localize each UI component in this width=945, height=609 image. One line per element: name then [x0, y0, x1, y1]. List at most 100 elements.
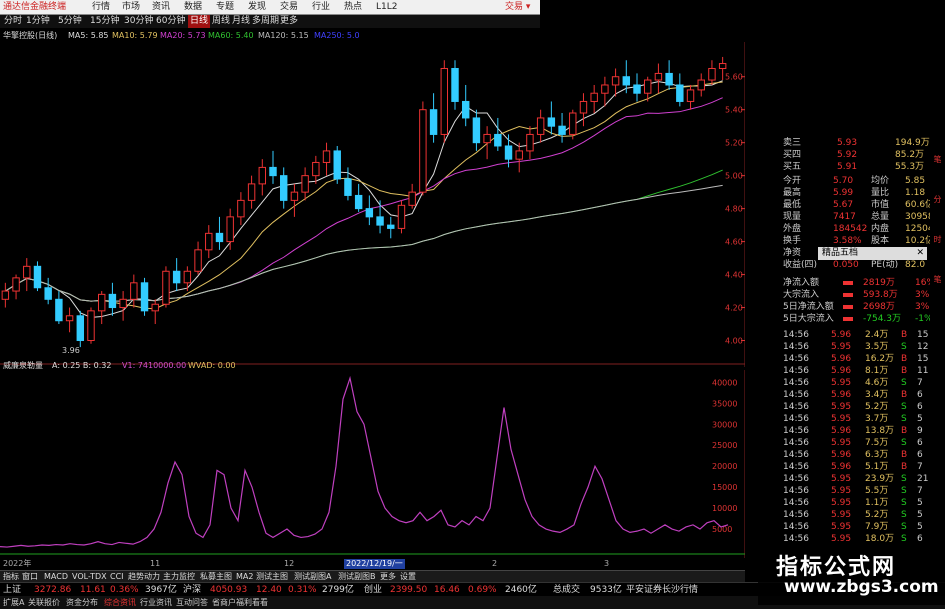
menu-hangqing[interactable]: 行情	[92, 0, 110, 14]
tick-row: 14:56 5.96 8.1万 B 11	[745, 365, 945, 377]
candle-body	[151, 303, 159, 312]
period-more[interactable]: 更多	[280, 15, 298, 28]
stat-label: PE(动)	[871, 260, 899, 270]
app-title: 通达信金融终端	[3, 2, 67, 12]
candle-body	[397, 204, 406, 229]
menu-zixun[interactable]: 资讯	[152, 0, 170, 14]
ext-tab[interactable]: 互动问答	[176, 596, 208, 609]
trade-menu[interactable]: 交易 ▾	[505, 0, 530, 14]
tick-count: 7	[917, 486, 923, 496]
status-item: 沪深	[183, 585, 202, 595]
candle-body	[547, 117, 556, 127]
tick-row: 14:56 5.96 5.1万 B 7	[745, 461, 945, 473]
menu-l1l2[interactable]: L1L2	[376, 0, 397, 14]
candle-body	[611, 76, 620, 86]
stat-row: 最高 5.99 量比 1.18	[745, 187, 945, 199]
menu-faxian[interactable]: 发现	[248, 0, 266, 14]
ext-tab[interactable]: 关联报价	[28, 596, 60, 609]
period-monthly[interactable]: 月线	[232, 15, 250, 28]
candle-body	[44, 287, 52, 300]
candle-body	[408, 191, 416, 206]
tick-time: 14:56	[783, 390, 809, 400]
candlestick-chart[interactable]: 5.60 5.40 5.20 5.00 4.80 4.60 4.40 4.20 4.00 3.9…	[0, 42, 745, 367]
candle-body	[269, 166, 277, 177]
ext-tab[interactable]: 综合资讯	[104, 596, 136, 609]
tick-time: 14:56	[783, 438, 809, 448]
menu-hangye[interactable]: 行业	[312, 0, 330, 14]
ma250-label: MA250: 5.0	[314, 31, 360, 40]
status-item: 9533亿	[590, 585, 622, 595]
level-row: 卖三 5.93 194.9万	[745, 137, 945, 149]
candle-body	[97, 293, 106, 312]
stat-label: 今开	[783, 176, 802, 186]
menu-shuju[interactable]: 数据	[184, 0, 202, 14]
period-30min[interactable]: 30分钟	[124, 15, 153, 28]
level-row: 买四 5.92 85.2万	[745, 149, 945, 161]
candle-body	[12, 277, 20, 292]
period-5min[interactable]: 5分钟	[58, 15, 82, 28]
side-tab[interactable]: 笔	[932, 155, 943, 164]
low-price-label: 3.96	[62, 346, 80, 355]
tick-price: 5.95	[831, 414, 852, 424]
popup-wudang[interactable]: 精品五档 ✕	[818, 247, 927, 260]
level-price: 5.93	[837, 138, 858, 148]
menu-zhuanti[interactable]: 专题	[216, 0, 234, 14]
ma10-line	[5, 81, 723, 310]
ext-tab[interactable]: 扩展A	[3, 596, 24, 609]
menu-redian[interactable]: 热点	[344, 0, 362, 14]
ma5-label: MA5: 5.85	[68, 31, 109, 40]
candle-body	[419, 109, 427, 193]
candle-body	[65, 315, 74, 322]
flow-label: 5日大宗流入	[783, 314, 834, 324]
ext-tab[interactable]: 资金分布	[66, 596, 98, 609]
tick-price: 5.95	[831, 486, 852, 496]
tick-time: 14:56	[783, 330, 809, 340]
tick-row: 14:56 5.96 16.2万 B 15	[745, 353, 945, 365]
status-item: 2399.50	[390, 585, 428, 595]
close-icon[interactable]: ✕	[916, 247, 927, 260]
flow-pct: 3%	[915, 290, 930, 300]
indicator-chart[interactable]: 400003500030000250002000015000100005000	[0, 370, 745, 558]
status-item: 4050.93	[210, 585, 248, 595]
flow-value: 593.8万	[863, 290, 898, 300]
candle-body	[429, 109, 438, 135]
tick-count: 5	[917, 522, 923, 532]
flow-row: 净流入额 2819万 16%	[745, 277, 945, 289]
ext-tab[interactable]: 省商户福利看看	[212, 596, 268, 609]
status-item: 0.36%	[110, 585, 139, 595]
period-fenshi[interactable]: 分时	[4, 15, 22, 28]
tick-time: 14:56	[783, 342, 809, 352]
stat-value: 82.0	[905, 260, 926, 270]
tick-time: 14:56	[783, 354, 809, 364]
price-tick-label: 4.40	[725, 271, 743, 280]
period-daily[interactable]: 日线	[188, 15, 211, 28]
stat-label: 股本	[871, 236, 890, 246]
tick-price: 5.96	[831, 462, 852, 472]
status-item: 2799亿	[322, 585, 354, 595]
period-15min[interactable]: 15分钟	[90, 15, 119, 28]
tick-count: 7	[917, 462, 923, 472]
stat-value: 3.58%	[833, 236, 862, 246]
period-60min[interactable]: 60分钟	[156, 15, 185, 28]
menu-shichang[interactable]: 市场	[122, 0, 140, 14]
side-tab[interactable]: 时	[932, 235, 943, 244]
candle-body	[322, 150, 331, 163]
menu-jiaoyi[interactable]: 交易	[280, 0, 298, 14]
period-weekly[interactable]: 周线	[212, 15, 230, 28]
status-item: 0.69%	[468, 585, 497, 595]
period-1min[interactable]: 1分钟	[26, 15, 50, 28]
candle-body	[365, 208, 374, 218]
tick-time: 14:56	[783, 522, 809, 532]
flow-bar	[843, 317, 853, 321]
tick-count: 5	[917, 510, 923, 520]
tick-side: B	[901, 426, 908, 436]
status-item: 创业	[364, 585, 383, 595]
ext-tab[interactable]: 行业资讯	[140, 596, 172, 609]
candle-body	[686, 89, 695, 102]
indicator-tick-label: 25000	[712, 441, 737, 450]
tick-side: S	[901, 510, 907, 520]
side-tab[interactable]: 笔	[932, 275, 943, 284]
side-tab[interactable]: 分	[932, 195, 943, 204]
tick-count: 6	[917, 402, 923, 412]
period-multi[interactable]: 多周期	[252, 15, 279, 28]
